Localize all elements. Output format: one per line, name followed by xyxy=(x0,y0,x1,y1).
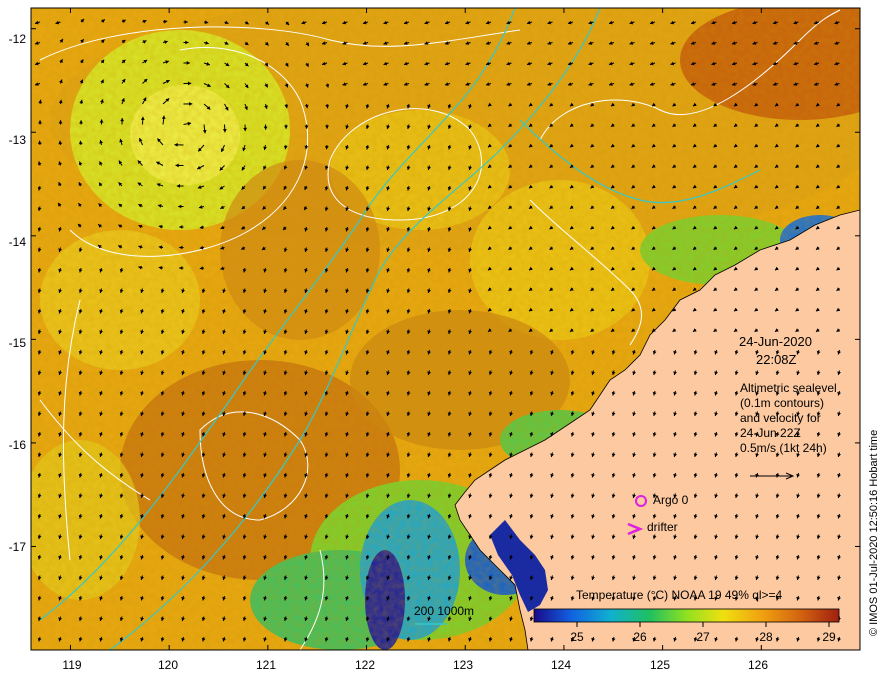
argo-label: Argo 0 xyxy=(653,493,688,507)
sst-field xyxy=(20,0,880,650)
colorbar-tick-label: 26 xyxy=(625,630,655,644)
lat-tick: -12 xyxy=(2,32,26,46)
colorbar-title: Temperature (°C) NOAA 19 49% ql>=4 xyxy=(576,588,782,602)
lon-tick: 119 xyxy=(52,658,92,672)
time-label: 22:08Z xyxy=(756,352,796,367)
lat-tick: -15 xyxy=(2,336,26,350)
description-line: 24-Jun 22Z xyxy=(740,426,801,440)
lon-tick: 124 xyxy=(541,658,581,672)
colorbar xyxy=(534,609,839,622)
lon-tick: 121 xyxy=(246,658,286,672)
colorbar-tick-label: 27 xyxy=(688,630,718,644)
colorbar-tick-label: 28 xyxy=(751,630,781,644)
lon-tick: 125 xyxy=(640,658,680,672)
lat-tick: -16 xyxy=(2,438,26,452)
lon-tick: 120 xyxy=(148,658,188,672)
drifter-label: drifter xyxy=(647,520,678,534)
description-line: 0.5m/s (1kt 24h) xyxy=(740,441,827,455)
lat-tick: -13 xyxy=(2,133,26,147)
sst-map-figure: -12 -13 -14 -15 -16 -17 119 120 121 122 … xyxy=(0,0,880,680)
lat-tick: -17 xyxy=(2,540,26,554)
lon-tick: 126 xyxy=(738,658,778,672)
lat-tick: -14 xyxy=(2,235,26,249)
credit-text: © IMOS 01-Jul-2020 12:50:16 Hobart time xyxy=(868,430,880,636)
description-line: Altimetric sealevel xyxy=(740,381,837,395)
lon-tick: 123 xyxy=(443,658,483,672)
lon-tick: 122 xyxy=(345,658,385,672)
colorbar-tick-label: 29 xyxy=(814,630,844,644)
bathymetry-legend-label: 200 1000m xyxy=(414,604,474,618)
date-label: 24-Jun-2020 xyxy=(739,334,812,349)
description-line: (0.1m contours) xyxy=(740,396,824,410)
colorbar-tick-label: 25 xyxy=(562,630,592,644)
description-line: and velocity for xyxy=(740,411,821,425)
